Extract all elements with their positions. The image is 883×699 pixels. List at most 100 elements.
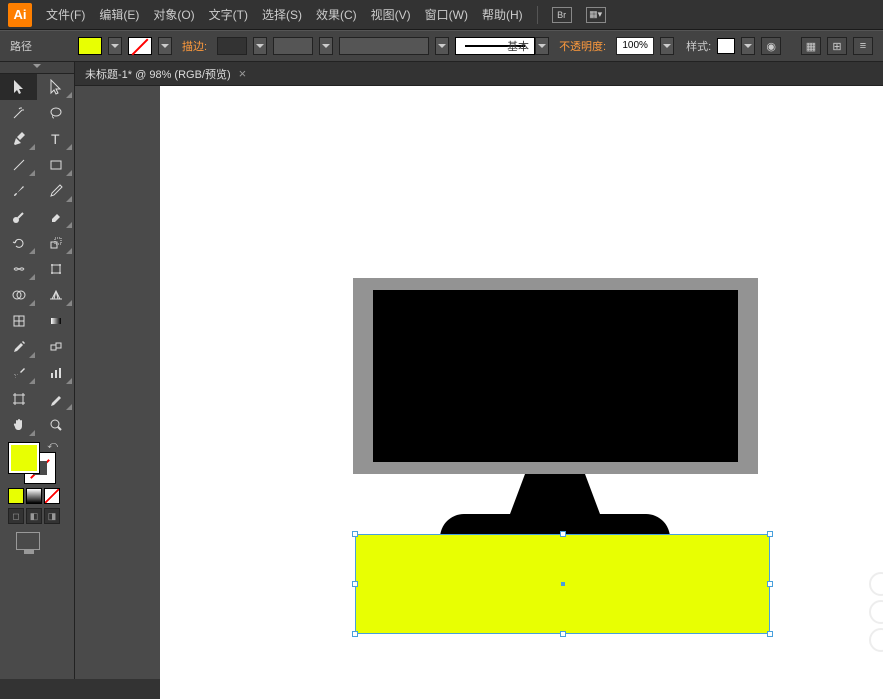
- bridge-icon[interactable]: Br: [552, 7, 572, 23]
- direct-selection-tool[interactable]: [37, 74, 74, 100]
- stroke-swatch[interactable]: [128, 37, 152, 55]
- selected-rectangle[interactable]: [355, 534, 770, 634]
- shape-builder-tool[interactable]: [0, 282, 37, 308]
- type-tool[interactable]: T: [37, 126, 74, 152]
- menu-effect[interactable]: 效果(C): [316, 6, 357, 23]
- selection-type-label: 路径: [10, 38, 32, 54]
- draw-normal-icon[interactable]: ◻: [8, 508, 24, 524]
- menu-edit[interactable]: 编辑(E): [99, 6, 139, 23]
- align-icon[interactable]: ▦: [801, 37, 821, 55]
- line-tool[interactable]: [0, 152, 37, 178]
- fill-swatch[interactable]: [78, 37, 102, 55]
- watermark-icon: [869, 572, 883, 596]
- stroke-weight-dropdown[interactable]: [253, 37, 267, 55]
- menu-view[interactable]: 视图(V): [371, 6, 411, 23]
- menu-window[interactable]: 窗口(W): [425, 6, 468, 23]
- swap-fill-stroke-icon[interactable]: ⤺: [47, 440, 58, 451]
- paintbrush-tool[interactable]: [0, 178, 37, 204]
- svg-text:T: T: [51, 131, 60, 147]
- style-dropdown[interactable]: [741, 37, 755, 55]
- free-transform-tool[interactable]: [37, 256, 74, 282]
- eyedropper-tool[interactable]: [0, 334, 37, 360]
- opacity-field[interactable]: 100%: [616, 37, 654, 55]
- variable-width-profile[interactable]: [273, 37, 313, 55]
- rotate-tool[interactable]: [0, 230, 37, 256]
- selection-handle-tl[interactable]: [352, 531, 358, 537]
- menu-object[interactable]: 对象(O): [153, 6, 194, 23]
- transform-icon[interactable]: ⊞: [827, 37, 847, 55]
- watermark-overlay: [869, 572, 883, 652]
- stroke-profile-label: 基本: [507, 38, 529, 54]
- tools-panel-collapse[interactable]: [0, 62, 74, 74]
- menu-type[interactable]: 文字(T): [209, 6, 248, 23]
- arrange-documents-icon[interactable]: ▦▾: [586, 7, 606, 23]
- stroke-dropdown[interactable]: [158, 37, 172, 55]
- stroke-label: 描边:: [182, 38, 207, 54]
- menu-separator: [537, 6, 538, 24]
- selection-handle-bm[interactable]: [560, 631, 566, 637]
- width-tool[interactable]: [0, 256, 37, 282]
- menu-help[interactable]: 帮助(H): [482, 6, 523, 23]
- selection-handle-tr[interactable]: [767, 531, 773, 537]
- stroke-style-dropdown[interactable]: [535, 37, 549, 55]
- artwork-monitor-screen[interactable]: [373, 290, 738, 462]
- graphic-style-swatch[interactable]: [717, 38, 735, 54]
- selection-handle-br[interactable]: [767, 631, 773, 637]
- selection-center-point: [561, 582, 565, 586]
- gradient-tool[interactable]: [37, 308, 74, 334]
- close-tab-icon[interactable]: ×: [239, 66, 247, 81]
- screen-mode-icon[interactable]: [16, 532, 40, 550]
- none-mode-icon[interactable]: [44, 488, 60, 504]
- opacity-dropdown[interactable]: [660, 37, 674, 55]
- artwork-monitor-neck[interactable]: [525, 474, 585, 514]
- options-bar: 路径 描边: 基本 不透明度: 100% 样式: ◉ ▦ ⊞ ≡: [0, 30, 883, 62]
- column-graph-tool[interactable]: [37, 360, 74, 386]
- slice-tool[interactable]: [37, 386, 74, 412]
- application-menubar: Ai 文件(F) 编辑(E) 对象(O) 文字(T) 选择(S) 效果(C) 视…: [0, 0, 883, 30]
- selection-handle-mr[interactable]: [767, 581, 773, 587]
- symbol-sprayer-tool[interactable]: [0, 360, 37, 386]
- perspective-grid-tool[interactable]: [37, 282, 74, 308]
- scale-tool[interactable]: [37, 230, 74, 256]
- stroke-weight-field[interactable]: [217, 37, 247, 55]
- eraser-tool[interactable]: [37, 204, 74, 230]
- blend-tool[interactable]: [37, 334, 74, 360]
- document-area: 未标题-1* @ 98% (RGB/预览) ×: [75, 62, 883, 679]
- selection-handle-ml[interactable]: [352, 581, 358, 587]
- document-tab[interactable]: 未标题-1* @ 98% (RGB/预览) ×: [75, 62, 883, 86]
- blob-brush-tool[interactable]: [0, 204, 37, 230]
- watermark-icon: [869, 628, 883, 652]
- magic-wand-tool[interactable]: [0, 100, 37, 126]
- draw-behind-icon[interactable]: ◧: [26, 508, 42, 524]
- zoom-tool[interactable]: [37, 412, 74, 438]
- artboard-tool[interactable]: [0, 386, 37, 412]
- rectangle-tool[interactable]: [37, 152, 74, 178]
- selection-handle-tm[interactable]: [560, 531, 566, 537]
- lasso-tool[interactable]: [37, 100, 74, 126]
- workspace: T: [0, 62, 883, 679]
- artboard-canvas[interactable]: [160, 86, 883, 699]
- fill-stroke-controls: ⤺ ◻ ◧ ◨: [0, 438, 74, 562]
- brush-dropdown[interactable]: [435, 37, 449, 55]
- variable-width-dropdown[interactable]: [319, 37, 333, 55]
- hand-tool[interactable]: [0, 412, 37, 438]
- app-logo-icon: Ai: [8, 3, 32, 27]
- menu-select[interactable]: 选择(S): [262, 6, 302, 23]
- fill-color-box[interactable]: [8, 442, 40, 474]
- isolate-icon[interactable]: ≡: [853, 37, 873, 55]
- menu-file[interactable]: 文件(F): [46, 6, 85, 23]
- tools-panel: T: [0, 62, 75, 679]
- selection-handle-bl[interactable]: [352, 631, 358, 637]
- selection-tool[interactable]: [0, 74, 37, 100]
- style-label: 样式:: [686, 38, 711, 54]
- fill-dropdown[interactable]: [108, 37, 122, 55]
- pen-tool[interactable]: [0, 126, 37, 152]
- brush-definition[interactable]: [339, 37, 429, 55]
- pencil-tool[interactable]: [37, 178, 74, 204]
- mesh-tool[interactable]: [0, 308, 37, 334]
- color-mode-icon[interactable]: [8, 488, 24, 504]
- recolor-artwork-icon[interactable]: ◉: [761, 37, 781, 55]
- document-tab-title: 未标题-1* @ 98% (RGB/预览): [85, 66, 231, 82]
- gradient-mode-icon[interactable]: [26, 488, 42, 504]
- draw-inside-icon[interactable]: ◨: [44, 508, 60, 524]
